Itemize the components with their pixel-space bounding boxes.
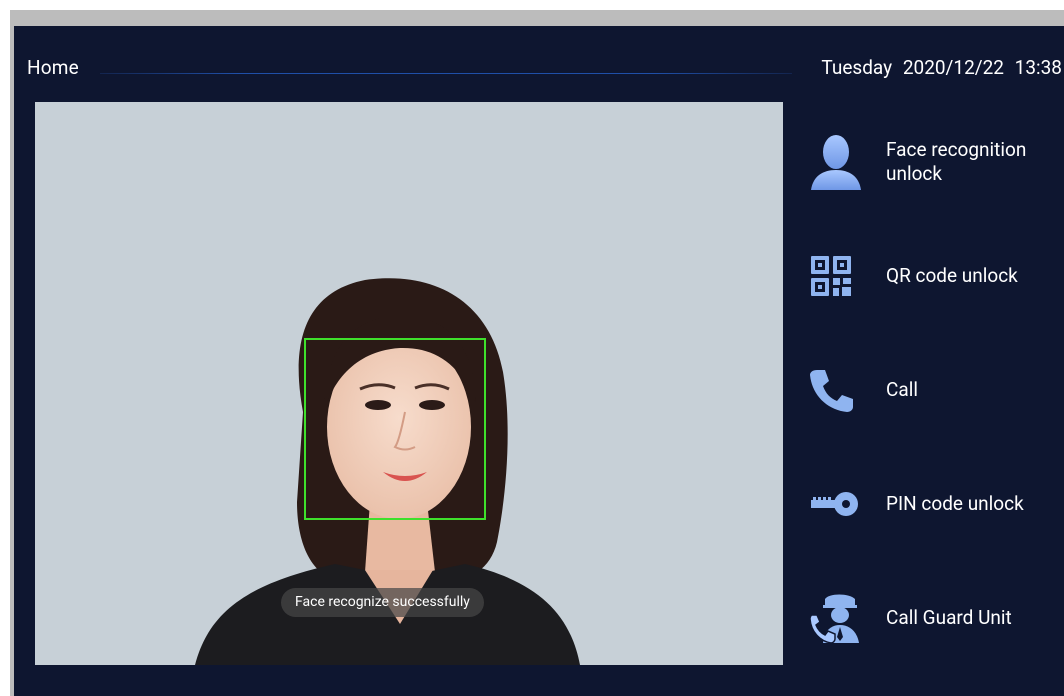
qr-code-icon (809, 246, 869, 306)
menu-item-pin-code-unlock[interactable]: PIN code unlock (809, 464, 1064, 544)
person-silhouette-icon (809, 132, 869, 192)
menu-label: QR code unlock (886, 264, 1018, 287)
face-detection-box (304, 338, 486, 520)
key-icon (809, 474, 869, 534)
home-label[interactable]: Home (27, 56, 79, 79)
top-bar: Home Tuesday 2020/12/22 13:38 (14, 26, 1064, 102)
menu-label: PIN code unlock (886, 492, 1024, 515)
header-divider (100, 73, 792, 74)
camera-preview: Face recognize successfully (35, 102, 783, 665)
guard-phone-icon (809, 588, 869, 648)
menu-label: Call (886, 378, 918, 401)
time-text: 13:38 (1014, 56, 1062, 79)
date-text: 2020/12/22 (902, 56, 1004, 79)
menu-item-call-guard-unit[interactable]: Call Guard Unit (809, 578, 1064, 658)
menu-item-call[interactable]: Call (809, 350, 1064, 430)
datetime-display: Tuesday 2020/12/22 13:38 (821, 56, 1062, 79)
menu-item-qr-code-unlock[interactable]: QR code unlock (809, 236, 1064, 316)
menu-item-face-recognition-unlock[interactable]: Face recognition unlock (809, 122, 1064, 202)
status-toast: Face recognize successfully (281, 588, 484, 617)
intercom-screen: Home Tuesday 2020/12/22 13:38 Face recog… (14, 26, 1064, 696)
weekday-text: Tuesday (821, 56, 893, 79)
menu-label: Call Guard Unit (886, 606, 1012, 629)
phone-icon (809, 360, 869, 420)
menu-label: Face recognition unlock (886, 138, 1027, 185)
